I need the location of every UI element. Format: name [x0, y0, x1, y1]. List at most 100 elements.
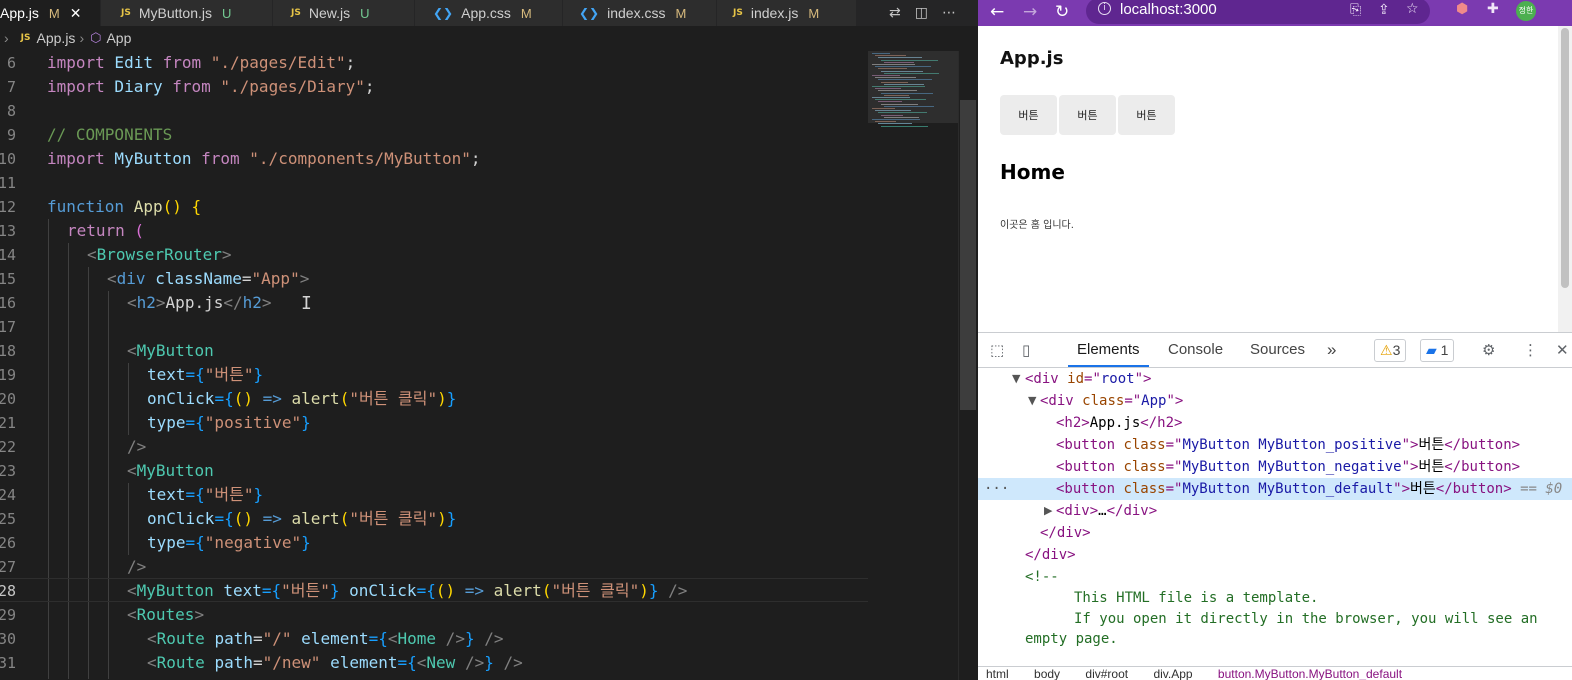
tab-app-css[interactable]: ❮❯ App.css M	[415, 0, 563, 26]
line-code: />	[127, 437, 147, 456]
share-icon[interactable]: ⇪	[1378, 2, 1390, 18]
translate-icon[interactable]: ⎘	[1350, 2, 1361, 18]
code-line: 7 import Diary from "./pages/Diary";	[0, 75, 868, 99]
breadcrumb-file[interactable]: App.js	[37, 30, 76, 46]
tab-label: New.js	[308, 5, 351, 21]
untracked-badge: U	[221, 5, 232, 21]
line-number: 11	[0, 174, 17, 192]
close-icon[interactable]: ✕	[1556, 341, 1569, 359]
line-number: 19	[0, 366, 17, 384]
my-button-negative[interactable]: 버튼	[1059, 95, 1116, 135]
forward-icon[interactable]: →	[1023, 0, 1037, 26]
line-number: 14	[0, 246, 17, 264]
bookmark-star-icon[interactable]: ☆	[1406, 1, 1419, 17]
line-code: function App() {	[47, 197, 202, 216]
chevron-right-icon: ›	[79, 30, 85, 46]
my-button-positive[interactable]: 버튼	[1000, 95, 1057, 135]
line-number: 20	[0, 390, 17, 408]
back-icon[interactable]: ←	[990, 0, 1004, 26]
modified-badge: M	[808, 5, 820, 21]
my-button-default[interactable]: 버튼	[1118, 95, 1175, 135]
code-editor[interactable]: App.js M ✕ JS MyButton.js U JS New.js U …	[0, 0, 978, 680]
line-code: onClick={() => alert("버튼 클릭")}	[147, 389, 457, 408]
tab-sources[interactable]: Sources	[1250, 333, 1305, 367]
more-actions-icon[interactable]: ⋯	[942, 5, 956, 21]
dom-node-div-collapsed[interactable]: ▶ <div>…</div>	[978, 500, 1572, 522]
crumb-body[interactable]: body	[1034, 667, 1060, 680]
minimap-slider[interactable]	[868, 51, 962, 123]
line-code: <MyButton text={"버튼"} onClick={() => ale…	[127, 581, 688, 600]
line-code: <Routes>	[127, 605, 205, 624]
tab-mybutton-js[interactable]: JS MyButton.js U	[101, 0, 273, 26]
dom-node-button-positive[interactable]: <button class="MyButton MyButton_positiv…	[978, 434, 1572, 456]
dom-comment[interactable]: <!--	[978, 566, 1572, 588]
line-number: 8	[6, 102, 16, 120]
crumb-root[interactable]: div#root	[1085, 667, 1128, 680]
more-tabs-icon[interactable]: »	[1327, 333, 1336, 367]
line-code: <MyButton	[127, 341, 214, 360]
line-code: type={"negative"}	[147, 533, 311, 552]
code-line: 14 <BrowserRouter>	[0, 243, 868, 267]
tab-app-js[interactable]: App.js M ✕	[0, 0, 101, 26]
code-line: 8	[0, 99, 868, 123]
tab-console[interactable]: Console	[1168, 333, 1223, 367]
tab-label: App.css	[461, 5, 511, 21]
tab-elements[interactable]: Elements	[1068, 333, 1149, 367]
dom-node-h2[interactable]: <h2>App.js</h2>	[978, 412, 1572, 434]
home-heading: Home	[1000, 160, 1065, 184]
line-number: 30	[0, 630, 17, 648]
minimap[interactable]	[868, 51, 958, 680]
line-code: import Edit from "./pages/Edit";	[47, 53, 356, 72]
close-icon[interactable]: ✕	[70, 5, 82, 22]
dom-node-close-root[interactable]: </div>	[978, 544, 1572, 566]
line-code: <MyButton	[127, 461, 214, 480]
code-line: 30 <Route path="/" element={<Home />} />	[0, 627, 868, 651]
editor-scrollbar-thumb[interactable]	[960, 100, 976, 410]
tab-index-js[interactable]: JS index.js M	[717, 0, 857, 26]
settings-gear-icon[interactable]: ⚙	[1482, 341, 1495, 359]
dom-node-button-default-selected[interactable]: ··· <button class="MyButton MyButton_defa…	[978, 478, 1572, 500]
split-editor-icon[interactable]: ◫	[915, 5, 928, 21]
crumb-button[interactable]: button.MyButton.MyButton_default	[1218, 667, 1402, 680]
extensions-puzzle-icon[interactable]: ✚	[1487, 1, 1499, 17]
code-line: 26 type={"negative"}	[0, 531, 868, 555]
crumb-html[interactable]: html	[986, 667, 1009, 680]
compare-changes-icon[interactable]: ⇄	[889, 5, 901, 21]
reload-icon[interactable]: ↻	[1055, 0, 1069, 26]
collapse-triangle-icon[interactable]: ▶	[1044, 500, 1052, 522]
device-toolbar-icon[interactable]: ▯	[1022, 341, 1030, 359]
inspect-element-icon[interactable]: ⬚	[990, 341, 1004, 359]
line-number: 26	[0, 534, 17, 552]
breadcrumb-symbol[interactable]: App	[106, 30, 131, 46]
home-text: 이곳은 홈 입니다.	[1000, 220, 1074, 231]
js-file-icon: JS	[121, 8, 131, 18]
tab-label: index.css	[607, 5, 666, 21]
dom-node-root[interactable]: ▼ <div id="root">	[978, 368, 1572, 390]
tab-new-js[interactable]: JS New.js U	[273, 0, 415, 26]
crumb-app[interactable]: div.App	[1153, 667, 1192, 680]
dom-node-close-app[interactable]: </div>	[978, 522, 1572, 544]
text-cursor-icon: Ι	[301, 293, 312, 314]
code-line: 13 return (	[0, 219, 868, 243]
address-bar[interactable]: i localhost:3000 ⎘ ⇪ ☆	[1086, 0, 1430, 24]
dom-node-app[interactable]: ▼ <div class="App">	[978, 390, 1572, 412]
code-line: 15 <div className="App">	[0, 267, 868, 291]
code-line: 24 text={"버튼"}	[0, 483, 868, 507]
extension-icon[interactable]: ⬢	[1456, 1, 1468, 17]
dom-node-button-negative[interactable]: <button class="MyButton MyButton_negativ…	[978, 456, 1572, 478]
info-icon[interactable]: i	[1098, 2, 1111, 15]
modified-badge: M	[48, 5, 60, 21]
warnings-badge[interactable]: ⚠3	[1374, 339, 1407, 362]
more-options-icon[interactable]: ⋮	[1523, 341, 1538, 359]
messages-badge[interactable]: ▰ 1	[1420, 339, 1455, 362]
code-line: 10 import MyButton from "./components/MyB…	[0, 147, 868, 171]
page-scrollbar-thumb[interactable]	[1561, 28, 1569, 288]
browser-toolbar: ← → ↻ i localhost:3000 ⎘ ⇪ ☆ ⬢ ✚ 정한	[978, 0, 1572, 26]
profile-avatar[interactable]: 정한	[1516, 1, 1536, 21]
expand-triangle-icon[interactable]: ▼	[1028, 390, 1036, 412]
minimap-line	[878, 123, 912, 125]
tab-index-css[interactable]: ❮❯ index.css M	[563, 0, 717, 26]
expand-triangle-icon[interactable]: ▼	[1012, 368, 1020, 390]
line-number: 6	[6, 54, 16, 72]
dom-tree[interactable]: ▼ <div id="root"> ▼ <div class="App"> <h2>…	[978, 368, 1572, 668]
